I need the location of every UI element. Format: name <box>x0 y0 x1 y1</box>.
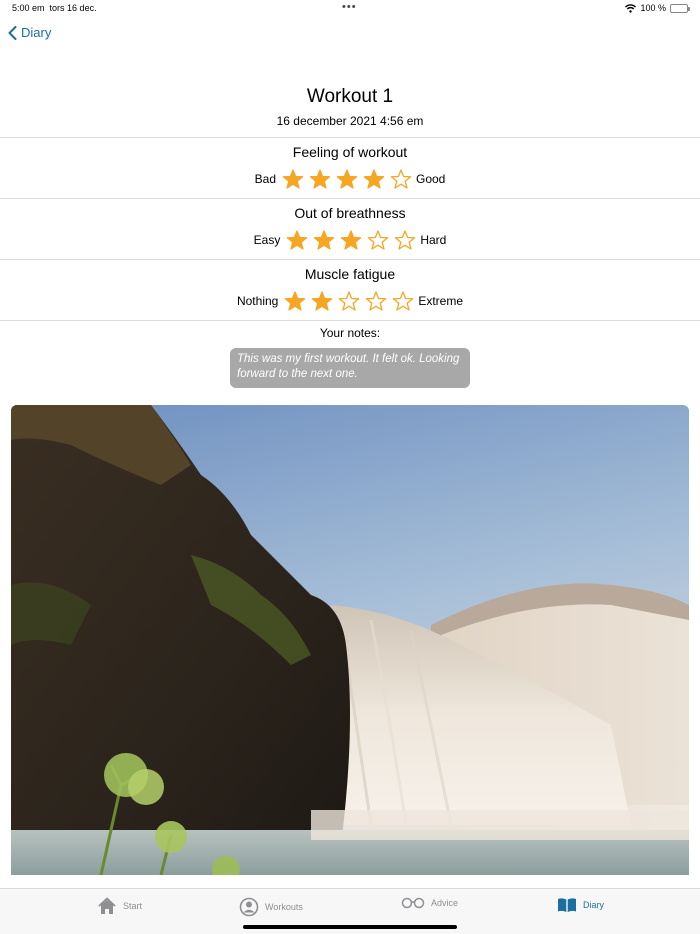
home-indicator[interactable] <box>243 925 457 929</box>
tab-start[interactable]: Start <box>97 897 142 915</box>
page-title: Workout 1 <box>306 86 394 107</box>
star-empty-icon[interactable] <box>367 229 389 251</box>
workout-photo <box>11 405 689 875</box>
divider <box>0 137 700 138</box>
rating-low-label: Easy <box>253 233 281 247</box>
battery-percent: 100 % <box>640 3 666 13</box>
star-empty-icon[interactable] <box>390 168 412 190</box>
star-empty-icon[interactable] <box>338 290 360 312</box>
tab-label-advice: Advice <box>431 898 459 908</box>
status-date: tors 16 dec. <box>49 3 97 13</box>
battery-icon <box>670 3 690 13</box>
divider <box>0 259 700 260</box>
divider <box>0 320 700 321</box>
house-icon <box>98 897 116 914</box>
rating-breathness: Easy Hard <box>0 229 700 251</box>
star-filled-icon[interactable] <box>286 229 308 251</box>
rating-high-label: Extreme <box>418 294 464 308</box>
book-icon <box>558 898 576 912</box>
star-filled-icon[interactable] <box>340 229 362 251</box>
notes-text: This was my first workout. It felt ok. L… <box>230 348 470 388</box>
rating-low-label: Nothing <box>236 294 279 308</box>
workout-date: 16 december 2021 4:56 em <box>276 114 424 128</box>
star-filled-icon[interactable] <box>282 168 304 190</box>
divider <box>0 198 700 199</box>
star-empty-icon[interactable] <box>394 229 416 251</box>
rating-feeling: Bad Good <box>0 168 700 190</box>
rating-title-breathness: Out of breathness <box>294 205 406 221</box>
status-bar: 5:00 em tors 16 dec. ••• 100 % <box>0 0 700 18</box>
tab-workouts[interactable]: Workouts <box>239 897 303 917</box>
rating-high-label: Hard <box>420 233 447 247</box>
person-circle-icon <box>239 897 259 917</box>
notes-label: Your notes: <box>319 326 381 340</box>
glasses-icon <box>401 897 425 909</box>
status-indicators: 100 % <box>625 3 690 13</box>
status-clock: 5:00 em <box>12 3 45 13</box>
star-filled-icon[interactable] <box>363 168 385 190</box>
rating-high-label: Good <box>416 172 446 186</box>
tab-bar: Start Workouts Advice Diary <box>0 888 700 934</box>
chevron-left-icon <box>8 25 17 40</box>
tab-label-workouts: Workouts <box>265 902 303 912</box>
tab-advice[interactable]: Advice <box>401 897 458 909</box>
star-filled-icon[interactable] <box>313 229 335 251</box>
waterfall-photo <box>11 405 689 875</box>
star-rating <box>282 168 412 190</box>
rating-title-feeling: Feeling of workout <box>292 144 408 160</box>
back-label: Diary <box>21 25 52 40</box>
tab-label-diary: Diary <box>583 900 605 910</box>
rating-fatigue: Nothing Extreme <box>0 290 700 312</box>
rating-title-fatigue: Muscle fatigue <box>304 266 396 282</box>
tab-label-start: Start <box>123 901 143 911</box>
back-button[interactable]: Diary <box>8 25 51 40</box>
star-filled-icon[interactable] <box>336 168 358 190</box>
star-filled-icon[interactable] <box>309 168 331 190</box>
star-filled-icon[interactable] <box>311 290 333 312</box>
star-filled-icon[interactable] <box>284 290 306 312</box>
star-empty-icon[interactable] <box>365 290 387 312</box>
wifi-icon <box>625 3 637 13</box>
rating-low-label: Bad <box>254 172 276 186</box>
star-empty-icon[interactable] <box>392 290 414 312</box>
multitasking-dots[interactable]: ••• <box>342 1 357 13</box>
star-rating <box>286 229 416 251</box>
star-rating <box>284 290 414 312</box>
status-time: 5:00 em tors 16 dec. <box>12 3 97 13</box>
tab-diary[interactable]: Diary <box>557 897 604 913</box>
